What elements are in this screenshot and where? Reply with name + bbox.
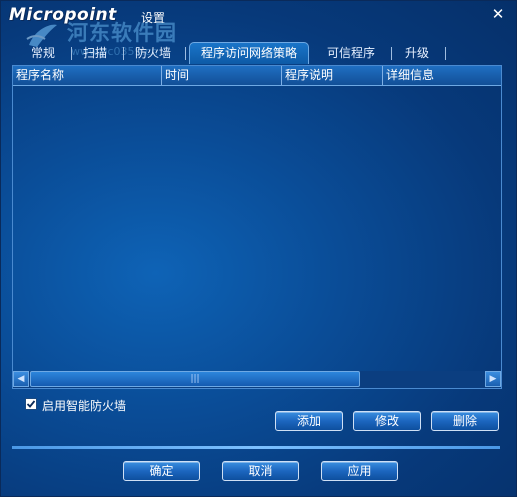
column-time[interactable]: 时间 (162, 66, 282, 85)
footer-divider (12, 446, 500, 449)
column-details[interactable]: 详细信息 (383, 66, 501, 85)
settings-window: Micropoint 设置 ✕ 河东软件园 www.pc0359.cn 常规 扫… (0, 0, 517, 497)
tab-separator (185, 47, 186, 60)
delete-button[interactable]: 删除 (431, 411, 499, 431)
tab-scan[interactable]: 扫描 (77, 43, 113, 63)
tab-separator (71, 47, 72, 60)
tab-separator (445, 47, 446, 60)
cancel-button[interactable]: 取消 (222, 461, 299, 481)
tab-separator (123, 47, 124, 60)
tab-program-network-policy[interactable]: 程序访问网络策略 (189, 42, 309, 64)
enable-firewall-label: 启用智能防火墙 (42, 399, 127, 413)
enable-firewall-checkbox[interactable] (25, 398, 37, 410)
tab-trusted-programs[interactable]: 可信程序 (321, 43, 381, 63)
modify-button[interactable]: 修改 (353, 411, 421, 431)
scroll-left-icon[interactable]: ◀ (13, 371, 29, 387)
scroll-right-icon[interactable]: ▶ (485, 371, 501, 387)
apply-button[interactable]: 应用 (321, 461, 398, 481)
list-header: 程序名称 时间 程序说明 详细信息 (13, 66, 501, 86)
program-list[interactable]: 程序名称 时间 程序说明 详细信息 ◀ ||| ▶ (12, 65, 502, 389)
tab-general[interactable]: 常规 (25, 43, 61, 63)
close-icon[interactable]: ✕ (490, 6, 506, 22)
list-body[interactable] (13, 86, 501, 369)
checkmark-icon (26, 400, 36, 408)
add-button[interactable]: 添加 (275, 411, 343, 431)
column-description[interactable]: 程序说明 (282, 66, 383, 85)
scroll-thumb[interactable]: ||| (30, 371, 360, 387)
column-program-name[interactable]: 程序名称 (13, 66, 162, 85)
tab-separator (391, 47, 392, 60)
tab-update[interactable]: 升级 (399, 43, 435, 63)
horizontal-scrollbar[interactable]: ◀ ||| ▶ (13, 371, 501, 388)
tab-firewall[interactable]: 防火墙 (129, 43, 177, 63)
tab-bar: 常规 扫描 防火墙 程序访问网络策略 可信程序 升级 (15, 42, 495, 65)
ok-button[interactable]: 确定 (123, 461, 200, 481)
